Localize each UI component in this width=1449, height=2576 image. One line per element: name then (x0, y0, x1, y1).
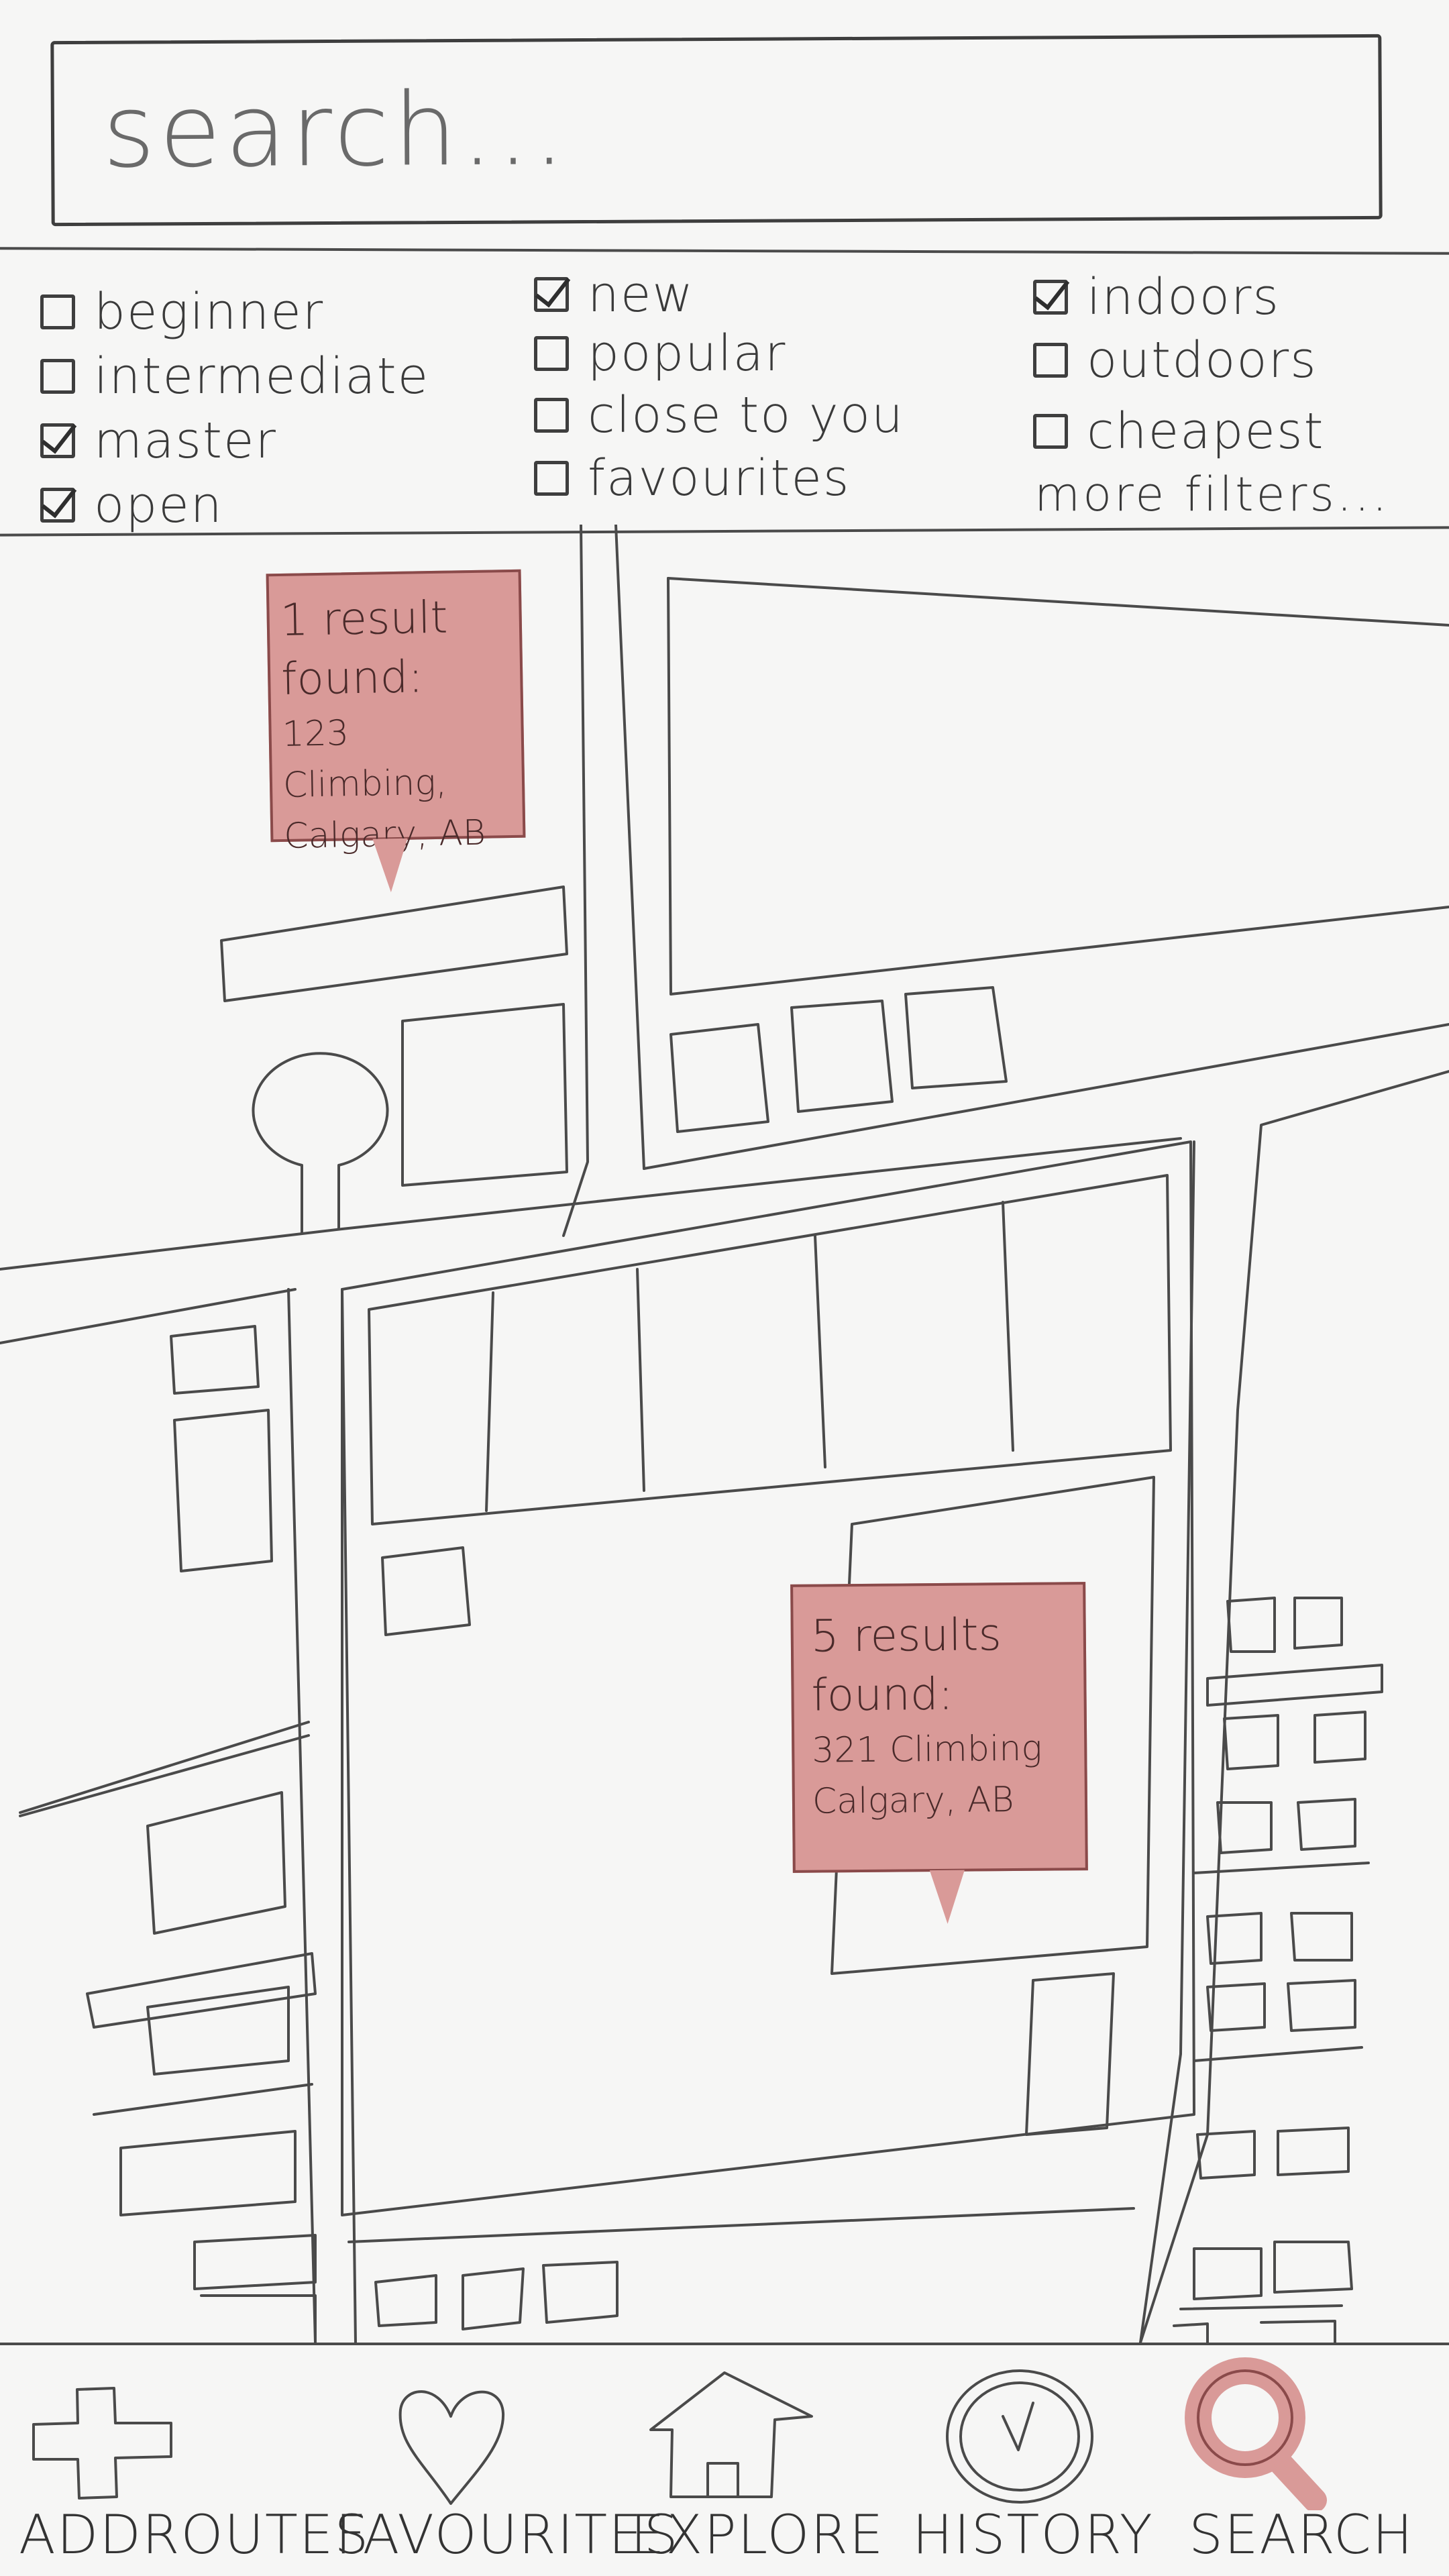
clock-icon (946, 2369, 1093, 2504)
checkbox[interactable] (40, 359, 75, 394)
nav-label: ADDROUTES (19, 2504, 370, 2566)
result-popup-1[interactable]: 1 result found: 123 Climbing, Calgary, A… (266, 569, 526, 893)
filter-master[interactable]: master (40, 412, 277, 470)
nav-search[interactable]: SEARCH (1167, 2343, 1436, 2576)
magnifier-icon (1185, 2357, 1327, 2510)
checkbox-checked[interactable] (40, 488, 75, 523)
nav-label: FAVOURITES (335, 2504, 680, 2566)
filter-label: indoors (1087, 268, 1280, 326)
result-address: 123 Climbing, (282, 713, 447, 806)
popup-pointer (929, 1870, 965, 1925)
search-bar[interactable] (50, 34, 1383, 227)
result-address: 321 Climbing (812, 1728, 1042, 1771)
map-view[interactable]: 1 result found: 123 Climbing, Calgary, A… (0, 523, 1449, 2344)
popup-pointer (372, 838, 409, 893)
search-input[interactable] (101, 64, 1312, 193)
filter-indoors[interactable]: indoors (1033, 268, 1280, 326)
filter-favourites[interactable]: favourites (534, 449, 850, 507)
filter-new[interactable]: new (534, 266, 694, 323)
checkbox[interactable] (534, 461, 569, 496)
filter-close-to-you[interactable]: close to you (534, 386, 904, 444)
checkbox[interactable] (1033, 343, 1068, 378)
filter-label: popular (588, 325, 787, 382)
filter-beginner[interactable]: beginner (40, 283, 324, 341)
result-found-label: found: (811, 1668, 954, 1721)
filter-popular[interactable]: popular (534, 325, 786, 382)
checkbox[interactable] (534, 336, 569, 371)
filter-label: master (94, 412, 277, 470)
nav-add-routes[interactable]: ADDROUTES (0, 2343, 370, 2576)
nav-explore[interactable]: EXPLORE (631, 2343, 885, 2576)
map-streets (0, 523, 1449, 2344)
nav-label: HISTORY (912, 2504, 1154, 2566)
result-city: Calgary, AB (812, 1780, 1014, 1822)
filter-outdoors[interactable]: outdoors (1033, 331, 1318, 389)
checkbox-checked[interactable] (534, 277, 569, 312)
filter-label: beginner (94, 283, 325, 341)
filter-label: favourites (588, 449, 851, 507)
checkbox[interactable] (534, 398, 569, 433)
checkbox-checked[interactable] (40, 423, 75, 458)
plus-icon (32, 2387, 172, 2500)
checkbox[interactable] (1033, 414, 1068, 449)
nav-label: EXPLORE (631, 2504, 885, 2566)
filter-intermediate[interactable]: intermediate (40, 347, 429, 405)
nav-history[interactable]: HISTORY (912, 2343, 1154, 2576)
result-popup-2[interactable]: 5 results found: 321 Climbing Calgary, A… (790, 1582, 1088, 1925)
result-found-label: found: (280, 651, 424, 705)
checkbox[interactable] (40, 294, 75, 329)
filter-cheapest[interactable]: cheapest (1033, 402, 1325, 460)
filter-label: new (588, 266, 694, 323)
result-count: 5 results (810, 1609, 1002, 1662)
heart-icon (398, 2390, 505, 2505)
divider-top (0, 247, 1449, 255)
more-filters-link[interactable]: more filters... (1034, 467, 1390, 522)
nav-favourites[interactable]: FAVOURITES (335, 2343, 680, 2576)
house-icon (649, 2371, 813, 2498)
filter-label: close to you (588, 386, 904, 444)
result-count: 1 result (280, 591, 449, 646)
filter-label: cheapest (1087, 402, 1325, 460)
nav-label: SEARCH (1189, 2504, 1414, 2566)
bottom-nav: ADDROUTES FAVOURITES EXPLORE HISTORY SEA… (0, 2343, 1449, 2576)
filter-label: intermediate (94, 347, 430, 405)
checkbox-checked[interactable] (1033, 280, 1068, 315)
filter-label: outdoors (1087, 331, 1318, 389)
